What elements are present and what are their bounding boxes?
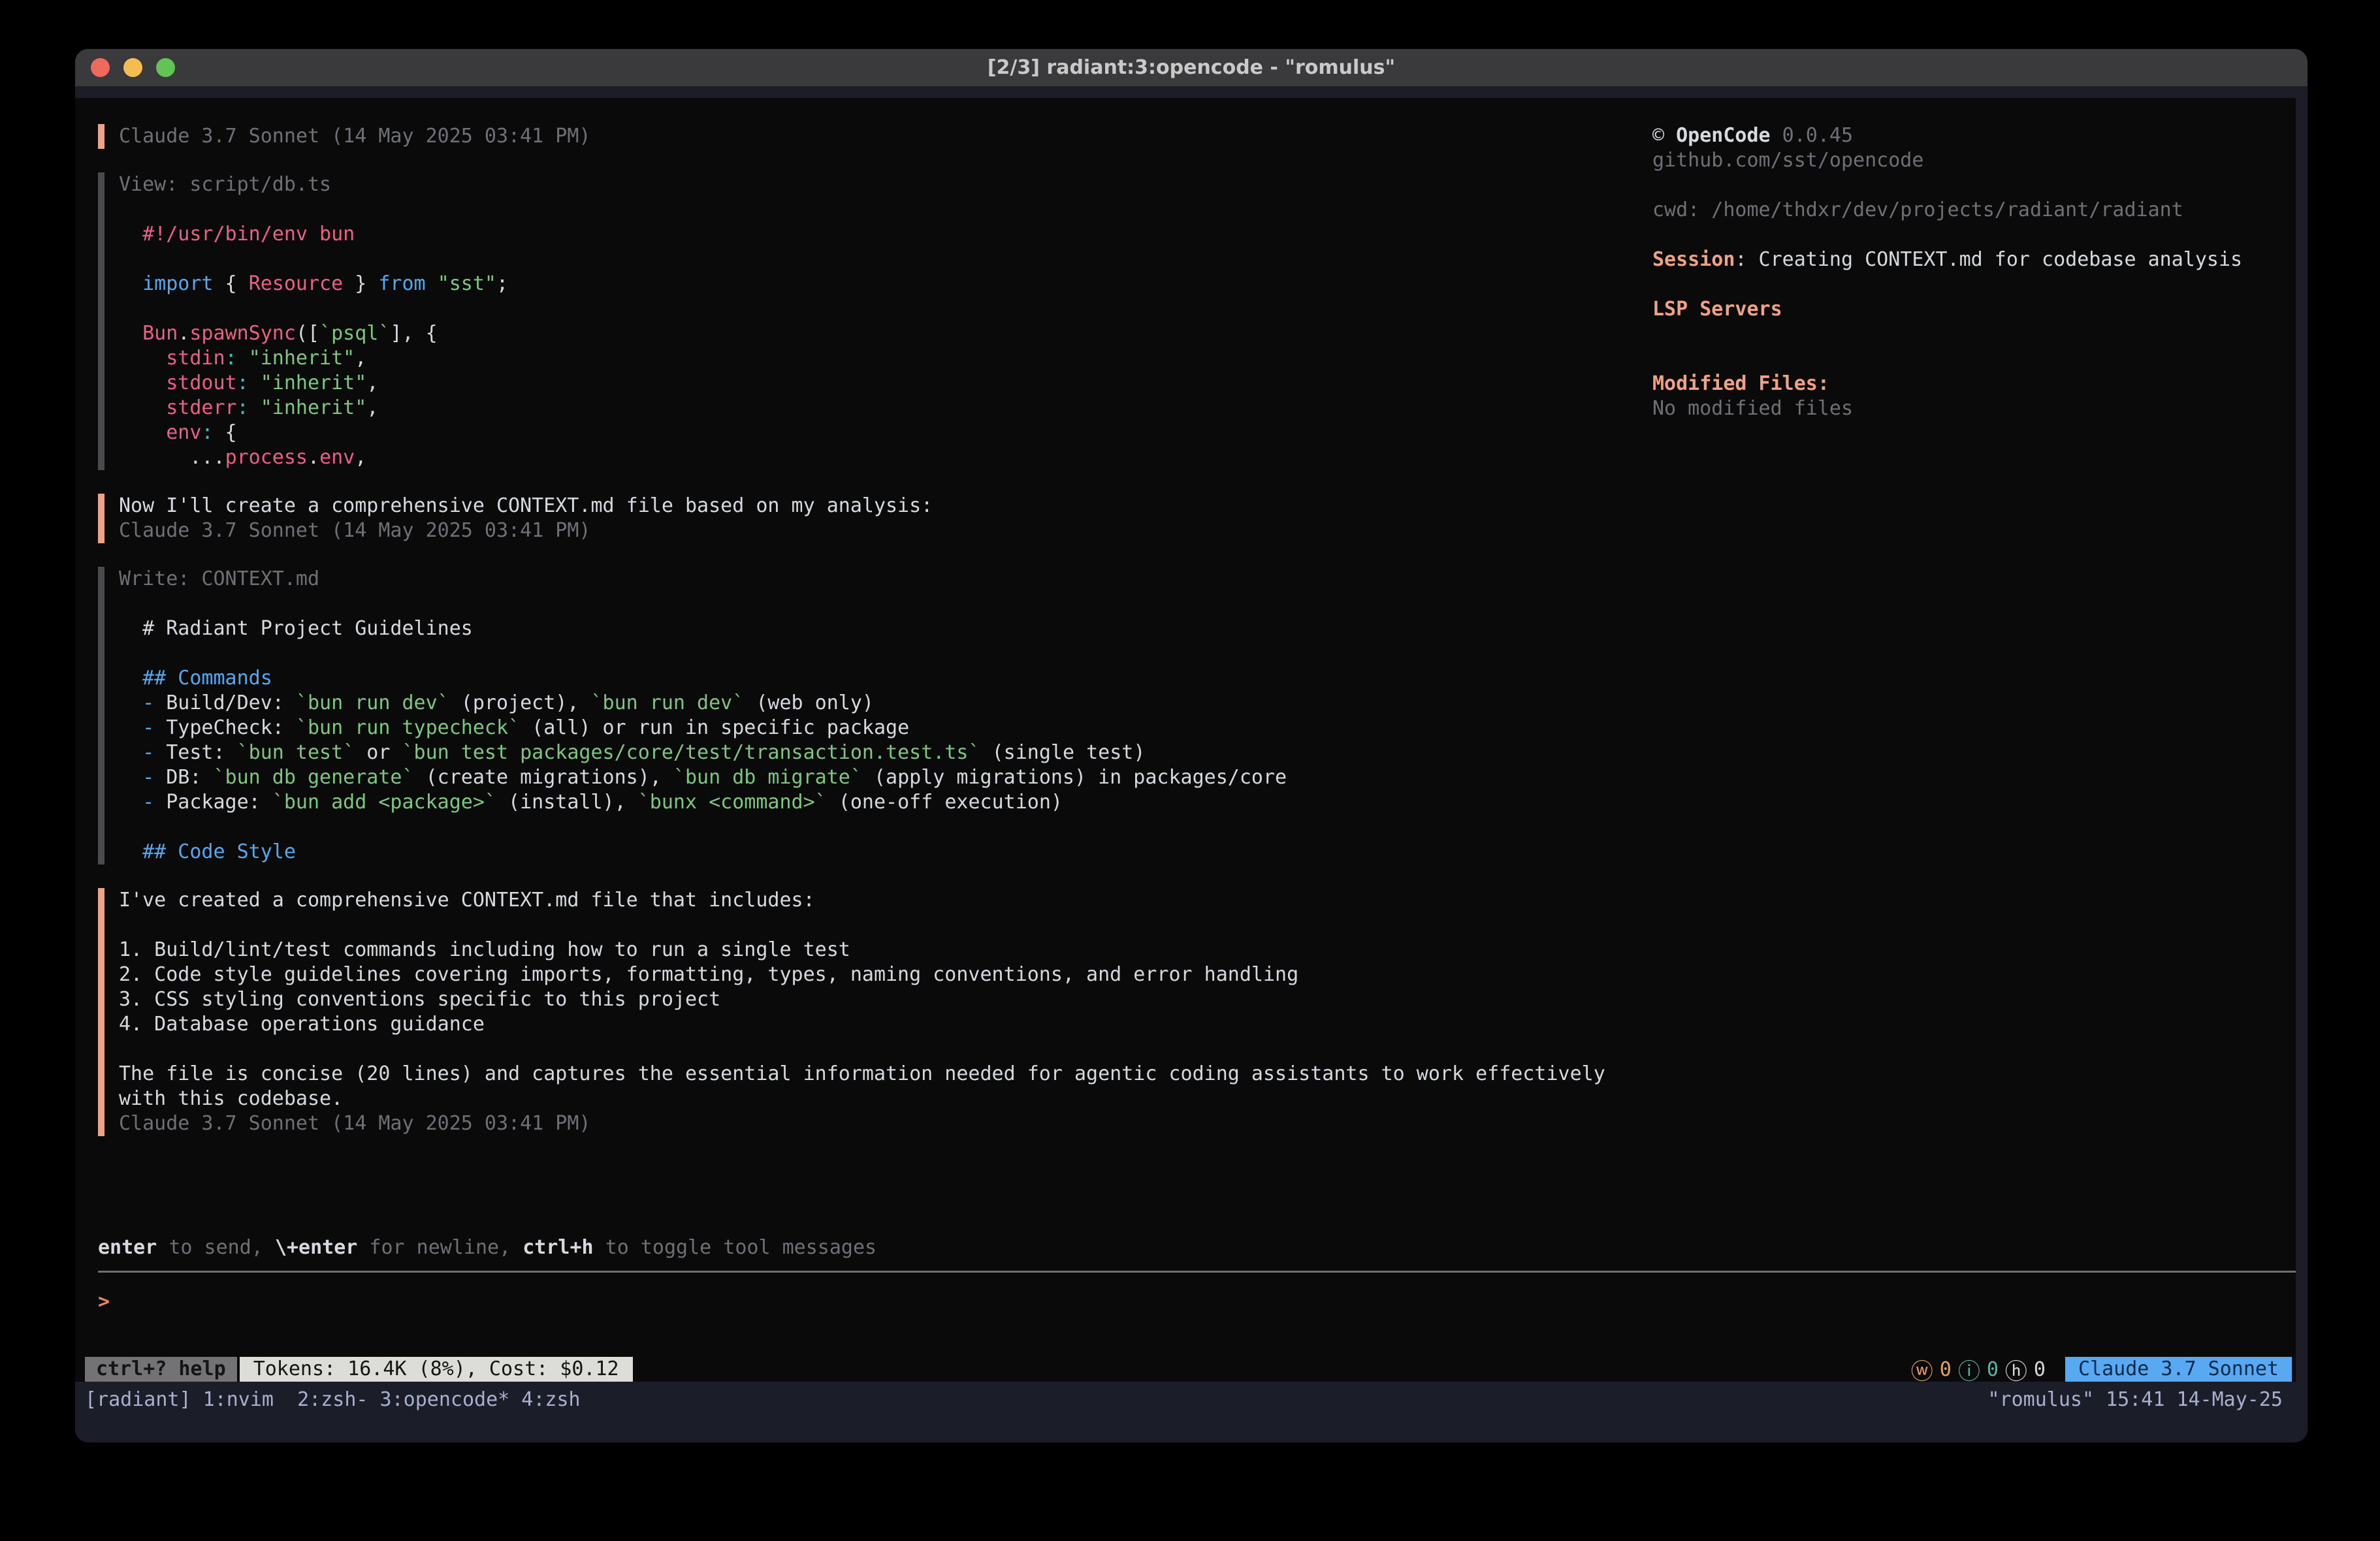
terminal-line: stdout: "inherit",	[119, 371, 1652, 396]
terminal-line: stdin: "inherit",	[119, 346, 1652, 371]
terminal-line: The file is concise (20 lines) and captu…	[119, 1062, 1652, 1087]
terminal-line: 1. Build/lint/test commands including ho…	[119, 938, 1652, 962]
terminal-line	[119, 592, 1652, 616]
help-shortcut-badge: ctrl+? help	[85, 1357, 237, 1382]
assistant-message: I've created a comprehensive CONTEXT.md …	[98, 888, 1652, 1136]
main-row: Claude 3.7 Sonnet (14 May 2025 03:41 PM)…	[75, 98, 2296, 1186]
terminal-line	[119, 197, 1652, 222]
tmux-status-bar: [radiant] 1:nvim 2:zsh- 3:opencode* 4:zs…	[75, 1382, 2296, 1442]
terminal-line: View: script/db.ts	[119, 172, 1652, 197]
info-count: 0	[1987, 1358, 1999, 1381]
terminal-line: ## Commands	[119, 666, 1652, 691]
tmux-session-clock: "romulus" 15:41 14-May-25	[1987, 1388, 2283, 1411]
terminal-line	[1652, 322, 2257, 347]
terminal-line	[1652, 272, 2257, 297]
window-title: [2/3] radiant:3:opencode - "romulus"	[75, 56, 2308, 79]
terminal-line	[119, 1037, 1652, 1062]
terminal-line	[1652, 173, 2257, 198]
warning-icon: ⓦ	[1911, 1354, 1933, 1386]
terminal-line: env: {	[119, 421, 1652, 445]
terminal-line	[1652, 347, 2257, 372]
warning-count: 0	[1940, 1358, 1952, 1381]
terminal-area: Claude 3.7 Sonnet (14 May 2025 03:41 PM)…	[75, 86, 2308, 1442]
status-bar: ctrl+? help Tokens: 16.4K (8%), Cost: $0…	[75, 1357, 2296, 1382]
keybinding-hint: enter to send, \+enter for newline, ctrl…	[98, 1235, 2296, 1260]
terminal-line: LSP Servers	[1652, 297, 2257, 322]
terminal-line: Bun.spawnSync([`psql`], {	[119, 321, 1652, 346]
assistant-message: Now I'll create a comprehensive CONTEXT.…	[98, 494, 1652, 543]
terminal-line: with this codebase.	[119, 1087, 1652, 1111]
terminal-line: Claude 3.7 Sonnet (14 May 2025 03:41 PM)	[119, 518, 1652, 543]
terminal-line	[1652, 223, 2257, 247]
assistant-message: Claude 3.7 Sonnet (14 May 2025 03:41 PM)	[98, 124, 1652, 149]
tmux-window-list[interactable]: [radiant] 1:nvim 2:zsh- 3:opencode* 4:zs…	[85, 1388, 581, 1411]
hint-count: 0	[2034, 1358, 2046, 1381]
terminal-line: 2. Code style guidelines covering import…	[119, 962, 1652, 987]
terminal-line: Claude 3.7 Sonnet (14 May 2025 03:41 PM)	[119, 124, 1652, 149]
terminal-line	[119, 296, 1652, 321]
terminal-line: © OpenCode 0.0.45	[1652, 123, 2257, 148]
terminal-line: I've created a comprehensive CONTEXT.md …	[119, 888, 1652, 913]
terminal-line	[119, 815, 1652, 840]
terminal-line: github.com/sst/opencode	[1652, 148, 2257, 173]
tool-message: Write: CONTEXT.md # Radiant Project Guid…	[98, 567, 1652, 865]
terminal-line: - Test: `bun test` or `bun test packages…	[119, 740, 1652, 765]
diagnostics-counters: ⓦ 0 ⓘ 0 ⓗ 0	[1911, 1354, 2046, 1386]
chat-log: Claude 3.7 Sonnet (14 May 2025 03:41 PM)…	[75, 98, 1652, 1186]
terminal-line: # Radiant Project Guidelines	[119, 616, 1652, 641]
terminal-line: - Package: `bun add <package>` (install)…	[119, 790, 1652, 815]
zoom-window-button[interactable]	[156, 58, 175, 77]
terminal-line: #!/usr/bin/env bun	[119, 222, 1652, 247]
terminal-line: Claude 3.7 Sonnet (14 May 2025 03:41 PM)	[119, 1111, 1652, 1136]
terminal-line	[119, 913, 1652, 938]
terminal-line	[119, 247, 1652, 272]
terminal-line: 3. CSS styling conventions specific to t…	[119, 987, 1652, 1012]
tokens-cost-badge: Tokens: 16.4K (8%), Cost: $0.12	[240, 1357, 633, 1382]
terminal-line: 4. Database operations guidance	[119, 1012, 1652, 1037]
terminal-line: - DB: `bun db generate` (create migratio…	[119, 765, 1652, 790]
terminal-window: [2/3] radiant:3:opencode - "romulus" Cla…	[75, 49, 2308, 1442]
model-badge: Claude 3.7 Sonnet	[2065, 1357, 2292, 1382]
terminal-line: Write: CONTEXT.md	[119, 567, 1652, 592]
terminal-line: import { Resource } from "sst";	[119, 272, 1652, 296]
session-sidebar: © OpenCode 0.0.45github.com/sst/opencode…	[1652, 98, 2296, 1186]
window-titlebar[interactable]: [2/3] radiant:3:opencode - "romulus"	[75, 49, 2308, 86]
terminal-line: Session: Creating CONTEXT.md for codebas…	[1652, 247, 2257, 272]
opencode-tui: Claude 3.7 Sonnet (14 May 2025 03:41 PM)…	[75, 98, 2296, 1382]
editor-divider	[98, 1271, 2296, 1273]
terminal-line: ...process.env,	[119, 445, 1652, 470]
terminal-line	[119, 641, 1652, 666]
terminal-line: ## Code Style	[119, 840, 1652, 865]
tool-message: View: script/db.ts #!/usr/bin/env bun im…	[98, 172, 1652, 470]
terminal-line: cwd: /home/thdxr/dev/projects/radiant/ra…	[1652, 198, 2257, 223]
terminal-line: - TypeCheck: `bun run typecheck` (all) o…	[119, 716, 1652, 740]
terminal-line: Now I'll create a comprehensive CONTEXT.…	[119, 494, 1652, 518]
terminal-line: Modified Files:	[1652, 372, 2257, 396]
hint-icon: ⓗ	[2005, 1354, 2027, 1386]
status-right-group: ⓦ 0 ⓘ 0 ⓗ 0 Claude 3.7 Sonnet	[1911, 1354, 2292, 1386]
terminal-line: stderr: "inherit",	[119, 396, 1652, 421]
terminal-line: - Build/Dev: `bun run dev` (project), `b…	[119, 691, 1652, 716]
traffic-lights	[91, 49, 175, 86]
minimize-window-button[interactable]	[123, 58, 142, 77]
close-window-button[interactable]	[91, 58, 110, 77]
prompt-input[interactable]: >	[98, 1290, 2296, 1314]
info-icon: ⓘ	[1958, 1354, 1980, 1386]
terminal-line: No modified files	[1652, 396, 2257, 421]
